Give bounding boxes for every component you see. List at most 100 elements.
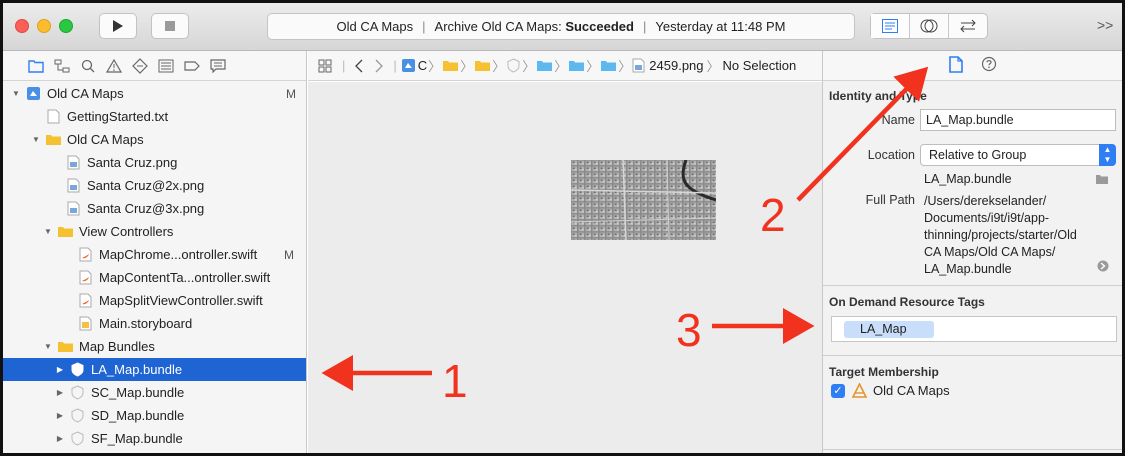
location-popup[interactable]: Relative to Group ▲ ▼ [920, 144, 1116, 166]
standard-editor-button[interactable] [871, 14, 910, 38]
find-navigator-tab[interactable] [75, 51, 101, 81]
breadcrumb-separator: 〉 [492, 59, 506, 74]
activity-viewer: Old CA Maps | Archive Old CA Maps: Succe… [267, 13, 855, 40]
tree-row-label: MapChrome...ontroller.swift [99, 247, 258, 262]
zoom-window-button[interactable] [59, 19, 73, 33]
disclosure-collapsed-icon[interactable]: ▶ [55, 411, 65, 420]
tree-row[interactable]: ▼ Old CA Maps [3, 128, 306, 151]
help-icon [981, 56, 996, 72]
minimize-window-button[interactable] [37, 19, 51, 33]
breadcrumb[interactable]: C 〉 〉 〉 〉 〉 〉 〉 2459.png 〉 No Selection [401, 56, 796, 75]
breadcrumb-separator: 〉 [706, 59, 720, 74]
jump-bar-divider: | [342, 58, 346, 73]
folder-icon[interactable] [1095, 173, 1109, 185]
symbol-navigator-tab[interactable] [49, 51, 75, 81]
search-icon [81, 59, 95, 72]
breadcrumb-drive[interactable]: C [418, 58, 427, 73]
test-navigator-tab[interactable] [127, 51, 153, 81]
tree-row[interactable]: ▶ SD_Map.bundle [3, 404, 306, 427]
assistant-editor-button[interactable] [910, 14, 949, 38]
tree-row[interactable]: MapContentTa...ontroller.swift [3, 266, 306, 289]
tree-row[interactable]: GettingStarted.txt [3, 105, 306, 128]
version-editor-button[interactable] [949, 14, 987, 38]
xcode-window: Old CA Maps | Archive Old CA Maps: Succe… [0, 0, 1125, 456]
tree-row[interactable]: Santa Cruz.png [3, 151, 306, 174]
text-file-icon [45, 109, 61, 124]
disclosure-expanded-icon[interactable]: ▼ [11, 89, 21, 98]
grid-icon [318, 59, 332, 72]
tree-row[interactable]: ▶ SF_Map.bundle [3, 427, 306, 450]
toolbar: Old CA Maps | Archive Old CA Maps: Succe… [3, 3, 1122, 51]
breadcrumb-selection[interactable]: No Selection [723, 58, 797, 73]
breakpoint-icon [184, 60, 200, 71]
forward-button[interactable] [369, 59, 389, 73]
resource-tags-field[interactable]: LA_Map [831, 316, 1117, 342]
issue-navigator-tab[interactable] [101, 51, 127, 81]
disclosure-collapsed-icon[interactable]: ▶ [55, 388, 65, 397]
breadcrumb-file[interactable]: 2459.png [649, 58, 703, 73]
file-inspector: Identity and Type Name LA_Map.bundle Loc… [822, 51, 1122, 453]
tree-row[interactable]: MapSplitViewController.swift [3, 289, 306, 312]
tree-row[interactable]: ▼ View Controllers [3, 220, 306, 243]
activity-project: Old CA Maps [336, 19, 414, 34]
activity-status-result: Succeeded [565, 19, 634, 34]
disclosure-expanded-icon[interactable]: ▼ [43, 342, 53, 351]
tree-row[interactable]: MapChrome...ontroller.swift M [3, 243, 306, 266]
tree-row[interactable]: Santa Cruz@3x.png [3, 197, 306, 220]
file-inspector-tab[interactable] [948, 55, 963, 76]
tree-row[interactable]: ▼ Old CA Maps M [3, 82, 306, 105]
annotation-1: 1 [442, 355, 468, 407]
swift-file-icon [77, 293, 93, 308]
tree-row[interactable]: ▶ SC_Map.bundle [3, 381, 306, 404]
disclosure-collapsed-icon[interactable]: ▶ [55, 434, 65, 443]
tree-row-label: Santa Cruz@3x.png [87, 201, 205, 216]
bundle-icon [69, 385, 85, 400]
location-label: Location [867, 148, 915, 162]
stop-button[interactable] [151, 13, 189, 39]
bundle-icon [507, 58, 520, 73]
warning-icon [106, 58, 122, 73]
tree-row-label: Santa Cruz@2x.png [87, 178, 205, 193]
tree-row[interactable]: ▶ LA_Map.bundle [3, 358, 306, 381]
folder-icon [57, 224, 73, 239]
bundle-icon [69, 431, 85, 446]
run-button[interactable] [99, 13, 137, 39]
map-image-preview [571, 160, 716, 240]
disclosure-expanded-icon[interactable]: ▼ [31, 135, 41, 144]
full-path-line: thinning/projects/starter/Old [924, 228, 1077, 242]
quick-help-tab[interactable] [981, 56, 997, 75]
folder-icon [28, 59, 44, 73]
tree-row-label: Old CA Maps [67, 132, 144, 147]
tree-row[interactable]: Main.storyboard [3, 312, 306, 335]
target-membership-row[interactable]: ✓ Old CA Maps [831, 383, 950, 398]
close-window-button[interactable] [15, 19, 29, 33]
navigator-selector-bar [3, 51, 306, 81]
tree-row[interactable]: ▼ Map Bundles [3, 335, 306, 358]
back-button[interactable] [349, 59, 369, 73]
tree-row[interactable]: Santa Cruz@2x.png [3, 174, 306, 197]
checkbox-checked-icon[interactable]: ✓ [831, 383, 845, 398]
standard-editor-icon [882, 19, 898, 33]
full-path-label: Full Path [865, 193, 915, 207]
related-items-button[interactable] [312, 59, 338, 73]
name-field[interactable]: LA_Map.bundle [920, 109, 1116, 131]
tree-row-label: SC_Map.bundle [91, 385, 185, 400]
report-navigator-tab[interactable] [205, 51, 231, 81]
debug-navigator-tab[interactable] [153, 51, 179, 81]
breadcrumb-separator: 〉 [554, 59, 568, 74]
activity-separator-2: | [642, 19, 647, 34]
disclosure-collapsed-icon[interactable]: ▶ [55, 365, 65, 374]
bundle-icon [69, 362, 85, 377]
image-editor-area [308, 82, 822, 453]
reveal-arrow-icon[interactable] [1097, 260, 1109, 272]
chevron-left-icon [355, 59, 363, 72]
project-navigator-tab[interactable] [23, 51, 49, 81]
resource-tag[interactable]: LA_Map [844, 321, 934, 338]
breakpoint-navigator-tab[interactable] [179, 51, 205, 81]
hierarchy-icon [54, 59, 70, 72]
toolbar-overflow-button[interactable]: >> [1097, 17, 1113, 33]
folder-icon [475, 61, 491, 71]
breadcrumb-separator: 〉 [618, 59, 632, 74]
breadcrumb-separator: 〉 [586, 59, 600, 74]
disclosure-expanded-icon[interactable]: ▼ [43, 227, 53, 236]
